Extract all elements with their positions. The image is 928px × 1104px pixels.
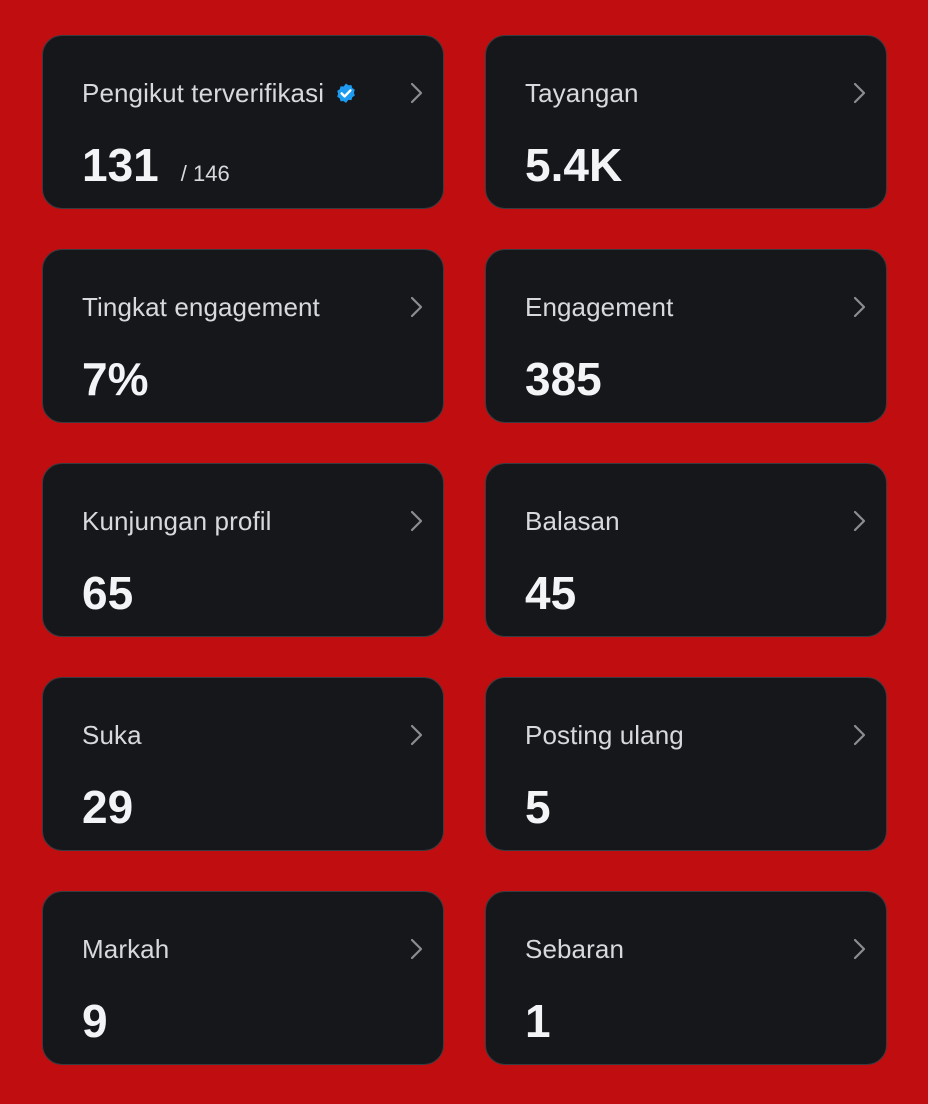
card-value: 5 <box>525 781 551 833</box>
card-label: Markah <box>82 934 170 964</box>
card-value: 45 <box>525 567 577 619</box>
card-label: Pengikut terverifikasi <box>82 78 358 109</box>
card-value: 1 <box>525 995 551 1047</box>
card-label: Posting ulang <box>525 720 684 750</box>
card-views[interactable]: Tayangan 5.4K <box>485 35 887 209</box>
analytics-grid: Pengikut terverifikasi 131 / 146 Tayanga… <box>42 35 887 1065</box>
chevron-right-icon <box>410 82 423 104</box>
card-value-number: 131 <box>82 139 159 191</box>
chevron-right-icon <box>410 296 423 318</box>
chevron-right-icon <box>410 938 423 960</box>
card-label: Tayangan <box>525 78 639 108</box>
card-label: Tingkat engagement <box>82 292 320 322</box>
card-likes[interactable]: Suka 29 <box>42 677 444 851</box>
verified-badge-icon <box>337 83 355 103</box>
card-reposts[interactable]: Posting ulang 5 <box>485 677 887 851</box>
card-label: Sebaran <box>525 934 624 964</box>
card-label: Balasan <box>525 506 620 536</box>
chevron-right-icon <box>853 724 866 746</box>
card-value: 5.4K <box>525 139 623 191</box>
card-value-total: / 146 <box>180 161 230 186</box>
chevron-right-icon <box>410 724 423 746</box>
card-label: Suka <box>82 720 142 750</box>
card-bookmarks[interactable]: Markah 9 <box>42 891 444 1065</box>
card-value: 7% <box>82 353 149 405</box>
card-verified-followers[interactable]: Pengikut terverifikasi 131 / 146 <box>42 35 444 209</box>
chevron-right-icon <box>853 296 866 318</box>
chevron-right-icon <box>853 938 866 960</box>
card-label: Engagement <box>525 292 674 322</box>
card-label-text: Pengikut terverifikasi <box>82 78 325 108</box>
chevron-right-icon <box>853 82 866 104</box>
card-value: 65 <box>82 567 134 619</box>
card-value: 29 <box>82 781 134 833</box>
chevron-right-icon <box>853 510 866 532</box>
card-engagement-rate[interactable]: Tingkat engagement 7% <box>42 249 444 423</box>
card-value: 131 / 146 <box>82 138 230 192</box>
card-label: Kunjungan profil <box>82 506 272 536</box>
card-engagement[interactable]: Engagement 385 <box>485 249 887 423</box>
card-value: 385 <box>525 353 602 405</box>
card-shares[interactable]: Sebaran 1 <box>485 891 887 1065</box>
card-value: 9 <box>82 995 108 1047</box>
chevron-right-icon <box>410 510 423 532</box>
card-replies[interactable]: Balasan 45 <box>485 463 887 637</box>
card-profile-visits[interactable]: Kunjungan profil 65 <box>42 463 444 637</box>
